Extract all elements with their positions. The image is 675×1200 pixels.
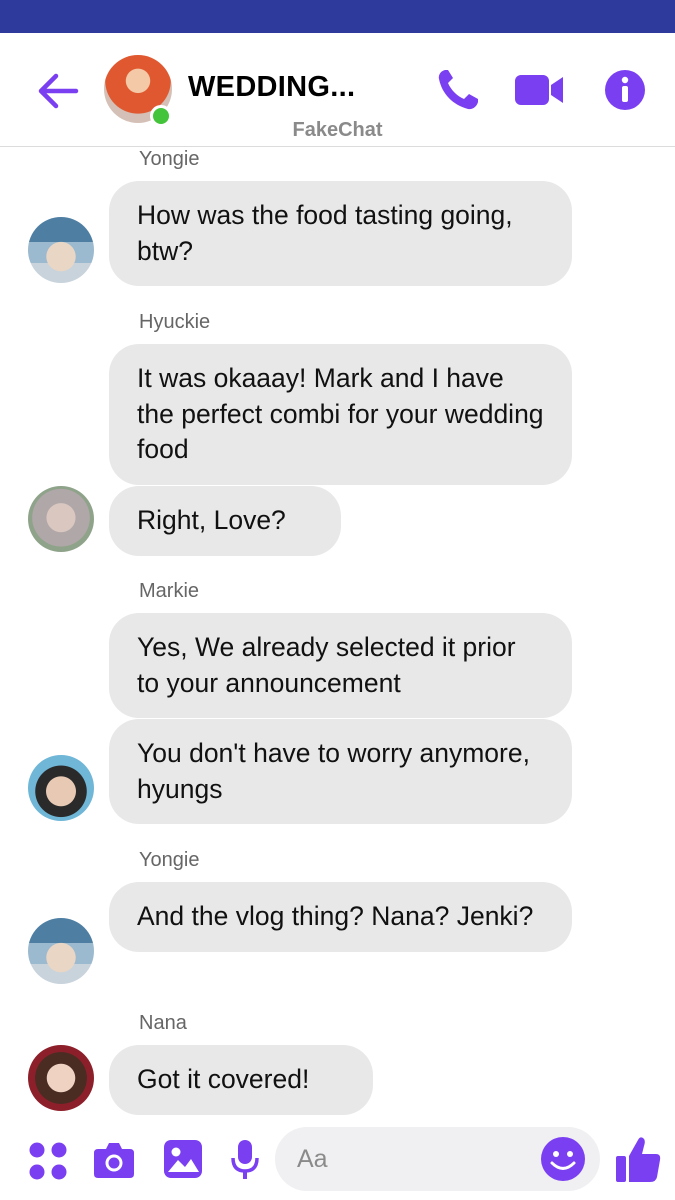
message-bubble[interactable]: Yes, We already selected it prior to you… xyxy=(109,613,572,718)
sender-name: Yongie xyxy=(139,148,200,170)
watermark: FakeChat xyxy=(292,119,383,141)
status-bar xyxy=(0,0,675,33)
message-bubble[interactable]: Got it covered! xyxy=(109,1045,373,1115)
video-camera-icon[interactable] xyxy=(513,67,565,113)
avatar-yongie[interactable] xyxy=(28,918,94,984)
apps-icon[interactable] xyxy=(28,1141,68,1181)
message-bubble[interactable]: How was the food tasting going, btw? xyxy=(109,181,572,286)
info-icon[interactable] xyxy=(603,67,647,113)
phone-icon[interactable] xyxy=(434,67,482,113)
message-bubble[interactable]: And the vlog thing? Nana? Jenki? xyxy=(109,882,572,952)
chat-header: WEDDING... FakeChat xyxy=(0,33,675,147)
chat-title[interactable]: WEDDING... xyxy=(188,71,355,104)
message-bubble[interactable]: It was okaaay! Mark and I have the perfe… xyxy=(109,344,572,485)
sender-name: Markie xyxy=(139,580,200,602)
avatar-nana[interactable] xyxy=(28,1045,94,1111)
thumbs-up-icon[interactable] xyxy=(614,1134,662,1184)
message-bubble[interactable]: Right, Love? xyxy=(109,486,341,556)
composer-bar xyxy=(0,1118,675,1200)
sender-name: Yongie xyxy=(139,849,200,871)
avatar-hyuckie[interactable] xyxy=(28,486,94,552)
microphone-icon[interactable] xyxy=(230,1138,260,1182)
sender-name: Hyuckie xyxy=(139,311,211,333)
back-arrow-icon[interactable] xyxy=(36,71,80,111)
message-bubble[interactable]: You don't have to worry anymore, hyungs xyxy=(109,719,572,824)
message-list[interactable]: Yongie How was the food tasting going, b… xyxy=(0,148,675,1118)
avatar-markie[interactable] xyxy=(28,755,94,821)
gallery-icon[interactable] xyxy=(162,1138,204,1180)
sender-name: Nana xyxy=(139,1012,187,1034)
camera-icon[interactable] xyxy=(92,1140,136,1180)
emoji-icon[interactable] xyxy=(540,1136,586,1182)
avatar-yongie[interactable] xyxy=(28,217,94,283)
